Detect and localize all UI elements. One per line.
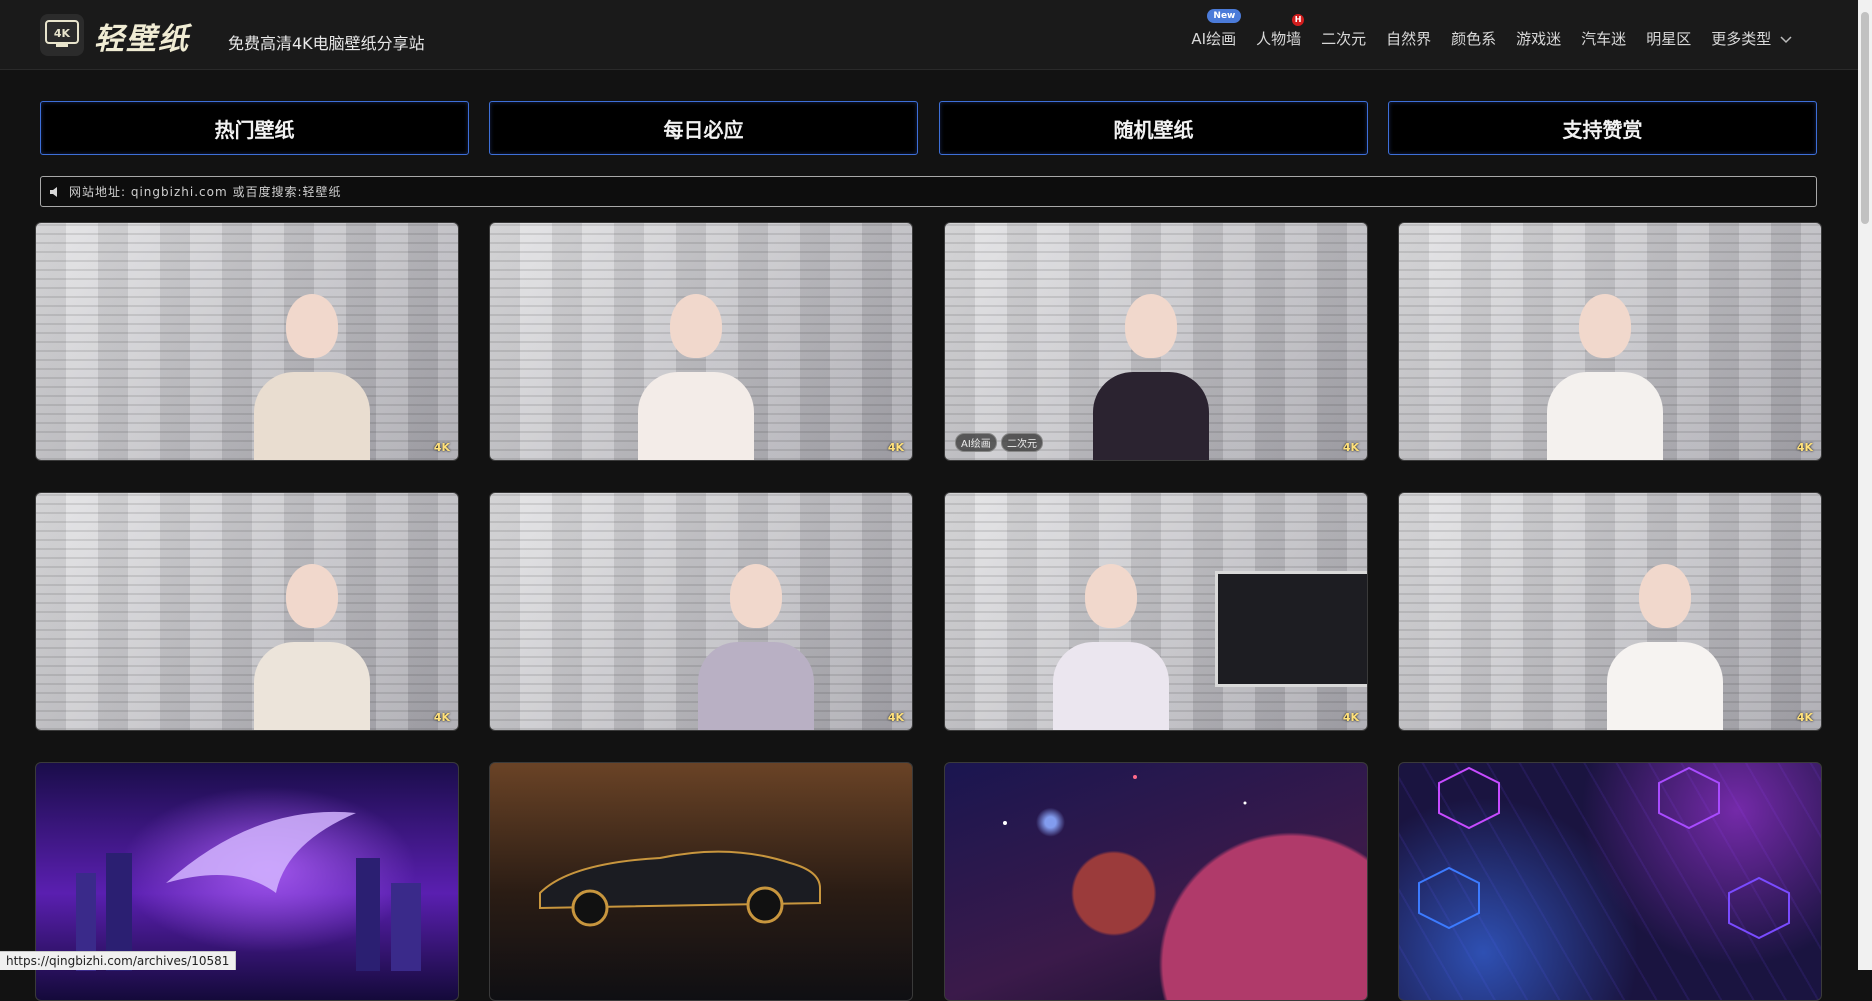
notice-bar: 网站地址: qingbizhi.com 或百度搜索:轻壁纸 <box>40 176 1817 207</box>
4k-badge: 4K <box>1796 711 1813 724</box>
wallpaper-thumbnail <box>1035 530 1185 730</box>
wallpaper-thumbnail <box>1075 260 1225 460</box>
nav-label: AI绘画 <box>1191 30 1237 48</box>
hot-wallpapers-button[interactable]: 热门壁纸 <box>40 101 469 155</box>
wallpaper-card[interactable] <box>489 762 913 1001</box>
nav-anime[interactable]: 二次元 <box>1311 28 1376 49</box>
wallpaper-thumbnail <box>680 530 830 730</box>
wallpaper-thumbnail <box>539 850 821 927</box>
daily-bing-button[interactable]: 每日必应 <box>489 101 918 155</box>
site-slogan: 免费高清4K电脑壁纸分享站 <box>228 34 425 53</box>
wallpaper-thumbnail <box>1418 766 1790 940</box>
wallpaper-card[interactable] <box>1398 762 1822 1001</box>
4k-badge: 4K <box>1342 441 1359 454</box>
wallpaper-thumbnail <box>620 260 770 460</box>
nav-label: 更多类型 <box>1711 30 1772 48</box>
wallpaper-thumbnail <box>236 260 386 460</box>
nav-ai-painting[interactable]: New AI绘画 <box>1181 9 1246 49</box>
page-scrollbar[interactable] <box>1858 0 1872 970</box>
wallpaper-thumbnail <box>1529 260 1679 460</box>
4k-badge: 4K <box>433 441 450 454</box>
wallpaper-card[interactable]: 4K <box>489 222 913 461</box>
nav-nature[interactable]: 自然界 <box>1376 28 1441 49</box>
wallpaper-card[interactable]: 4K <box>35 492 459 731</box>
wallpaper-card[interactable]: 4K <box>35 222 459 461</box>
wallpaper-card[interactable] <box>944 762 1368 1001</box>
nav-stars[interactable]: 明星区 <box>1636 28 1701 49</box>
main-nav: New AI绘画 H 人物墙 二次元 自然界 颜色系 游戏迷 汽车迷 明星区 更… <box>1181 9 1802 49</box>
support-donate-button[interactable]: 支持赞赏 <box>1388 101 1817 155</box>
logo-icon: 4K <box>45 20 79 47</box>
scrollbar-thumb[interactable] <box>1861 12 1869 224</box>
wallpaper-card[interactable]: 4K <box>489 492 913 731</box>
random-wallpaper-button[interactable]: 随机壁纸 <box>939 101 1368 155</box>
status-bar-url: https://qingbizhi.com/archives/10581 <box>0 951 237 970</box>
4k-badge: 4K <box>887 711 904 724</box>
logo-badge[interactable]: 4K <box>40 14 84 56</box>
hot-badge: H <box>1292 14 1305 26</box>
wallpaper-thumbnail <box>1003 775 1247 825</box>
tag-ai-painting[interactable]: AI绘画 <box>955 433 997 452</box>
new-badge: New <box>1207 9 1242 23</box>
chevron-down-icon <box>1780 35 1792 43</box>
site-header: 4K 轻壁纸 免费高清4K电脑壁纸分享站 New AI绘画 H 人物墙 二次元 … <box>0 0 1858 70</box>
wallpaper-thumbnail <box>76 811 421 971</box>
wallpaper-thumbnail <box>236 530 386 730</box>
wallpaper-card[interactable]: 4K <box>1398 492 1822 731</box>
wallpaper-card[interactable]: 4K <box>944 492 1368 731</box>
wallpaper-thumbnail <box>1589 530 1739 730</box>
4k-badge: 4K <box>1796 441 1813 454</box>
4k-badge: 4K <box>887 441 904 454</box>
nav-colors[interactable]: 颜色系 <box>1441 28 1506 49</box>
site-logo-text[interactable]: 轻壁纸 <box>94 14 190 58</box>
wallpaper-card[interactable]: 4K <box>1398 222 1822 461</box>
tag-anime[interactable]: 二次元 <box>1001 433 1043 452</box>
wallpaper-card[interactable]: AI绘画 二次元 4K <box>944 222 1368 461</box>
nav-label: 人物墙 <box>1256 30 1302 48</box>
nav-games[interactable]: 游戏迷 <box>1506 28 1571 49</box>
speaker-icon <box>50 186 57 197</box>
4k-badge: 4K <box>433 711 450 724</box>
nav-more-types[interactable]: 更多类型 <box>1701 28 1802 49</box>
4k-badge: 4K <box>1342 711 1359 724</box>
svg-text:4K: 4K <box>54 27 71 40</box>
nav-people-wall[interactable]: H 人物墙 <box>1246 14 1311 49</box>
nav-cars[interactable]: 汽车迷 <box>1571 28 1636 49</box>
notice-text: 网站地址: qingbizhi.com 或百度搜索:轻壁纸 <box>69 185 342 199</box>
monitor-graphic <box>1215 571 1367 687</box>
